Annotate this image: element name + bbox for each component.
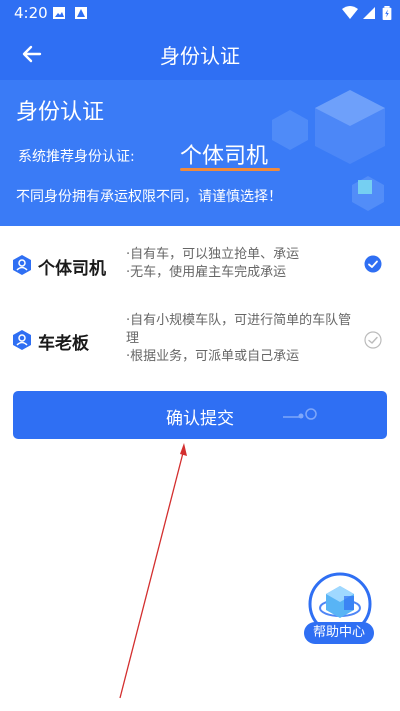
radio-unchecked-icon[interactable] xyxy=(364,331,382,349)
radio-checked-icon[interactable] xyxy=(364,255,382,273)
role-desc-line: ·自有小规模车队，可进行简单的车队管理 xyxy=(126,313,352,346)
driver-badge-icon xyxy=(13,255,31,275)
battery-icon xyxy=(382,6,392,20)
submit-decoration-icon xyxy=(283,408,317,420)
identity-banner: 身份认证 系统推荐身份认证: 个体司机 不同身份拥有承运权限不同，请谨慎选择！ xyxy=(0,80,400,226)
status-time: 4:20 xyxy=(14,4,48,22)
page-title: 身份认证 xyxy=(160,44,240,68)
banner-heading: 身份认证 xyxy=(16,100,105,125)
status-bar: 4:20 xyxy=(0,0,400,28)
role-desc-line: ·根据业务，可派单或自己承运 xyxy=(126,349,300,364)
role-description: ·自有车，可以独立抢单、承运 ·无车，使用雇主车完成承运 xyxy=(126,246,362,282)
banner-note: 不同身份拥有承运权限不同，请谨慎选择！ xyxy=(16,189,282,205)
submit-button[interactable]: 确认提交 xyxy=(13,391,387,439)
help-center-button[interactable]: 帮助中心 xyxy=(302,572,378,648)
gallery-icon xyxy=(53,7,65,19)
recommend-label: 系统推荐身份认证: xyxy=(18,149,135,165)
signal-icon xyxy=(363,7,375,19)
role-name: 车老板 xyxy=(38,334,89,354)
submit-label: 确认提交 xyxy=(166,409,234,429)
role-name: 个体司机 xyxy=(38,259,106,279)
recommend-underline xyxy=(180,168,280,171)
role-option-fleet-owner[interactable]: 车老板 ·自有小规模车队，可进行简单的车队管理 ·根据业务，可派单或自己承运 xyxy=(0,310,400,372)
recommend-value: 个体司机 xyxy=(180,144,269,169)
role-option-individual-driver[interactable]: 个体司机 ·自有车，可以独立抢单、承运 ·无车，使用雇主车完成承运 xyxy=(0,240,400,296)
role-description: ·自有小规模车队，可进行简单的车队管理 ·根据业务，可派单或自己承运 xyxy=(126,312,362,366)
role-desc-line: ·自有车，可以独立抢单、承运 xyxy=(126,247,300,262)
app-bar: 身份认证 xyxy=(0,28,400,80)
role-desc-line: ·无车，使用雇主车完成承运 xyxy=(126,265,287,280)
app-notification-icon xyxy=(75,7,87,19)
wifi-icon xyxy=(342,6,358,19)
help-center-label: 帮助中心 xyxy=(304,622,374,644)
owner-badge-icon xyxy=(13,330,31,350)
